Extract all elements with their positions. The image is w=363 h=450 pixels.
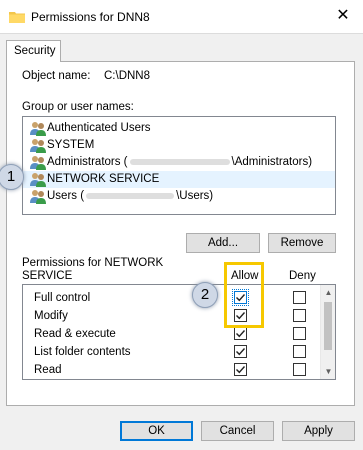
window-title: Permissions for DNN8 [31,10,150,24]
remove-button[interactable]: Remove [268,233,336,253]
checkmark-icon [236,366,246,374]
close-icon[interactable]: ✕ [333,6,353,26]
list-item[interactable]: Users (\Users) [23,188,335,205]
permissions-for-label-line1: Permissions for NETWORK [22,257,164,269]
user-name: Users (\Users) [47,190,214,202]
user-name: SYSTEM [47,139,95,151]
checkmark-icon [236,348,246,356]
permission-name: Read [34,364,62,376]
add-button[interactable]: Add... [186,233,260,253]
deny-checkbox[interactable] [293,327,306,340]
allow-checkbox[interactable] [234,363,247,376]
permissions-scrollbar[interactable]: ▲ ▼ [320,285,335,379]
permission-name: Read & execute [34,328,116,340]
deny-checkbox[interactable] [293,309,306,322]
table-row: Read [23,361,321,379]
permission-name: Full control [34,292,91,304]
tab-security-label: Security [14,45,56,57]
redacted-text [129,158,230,165]
scroll-thumb[interactable] [324,302,332,350]
user-name: Administrators (\Administrators) [47,156,313,168]
table-row: List folder contents [23,343,321,361]
user-group-icon [30,122,46,136]
permissions-table[interactable]: Full control Modify Read & execute List … [22,284,336,380]
tab-security[interactable]: Security [6,40,61,62]
list-item[interactable]: Administrators (\Administrators) [23,154,335,171]
group-users-label: Group or user names: [22,101,134,113]
deny-checkbox[interactable] [293,363,306,376]
deny-column-header: Deny [289,270,316,282]
object-name-value: C:\DNN8 [104,70,151,82]
table-row: Read & execute [23,325,321,343]
user-list[interactable]: Authenticated Users SYSTEM Administrator… [22,116,336,215]
scroll-up-icon[interactable]: ▲ [321,285,335,300]
table-row: Full control [23,289,321,307]
user-name: NETWORK SERVICE [47,173,160,185]
permission-name: List folder contents [34,346,131,358]
folder-icon [9,12,25,23]
user-group-icon [30,139,46,153]
user-name: Authenticated Users [47,122,151,134]
callout-badge-2: 2 [192,282,218,308]
deny-checkbox[interactable] [293,345,306,358]
redacted-text [86,192,175,199]
deny-checkbox[interactable] [293,291,306,304]
user-group-icon [30,156,46,170]
table-row: Modify [23,307,321,325]
list-item[interactable]: Authenticated Users [23,120,335,137]
user-group-icon [30,190,46,204]
apply-button[interactable]: Apply [282,421,355,441]
permission-name: Modify [34,310,68,322]
list-item[interactable]: SYSTEM [23,137,335,154]
ok-button[interactable]: OK [120,421,193,441]
allow-column-highlight [224,262,264,328]
allow-checkbox[interactable] [234,345,247,358]
scroll-down-icon[interactable]: ▼ [321,364,335,379]
user-group-icon [30,173,46,187]
list-item-selected[interactable]: NETWORK SERVICE [23,171,335,188]
cancel-button[interactable]: Cancel [201,421,274,441]
allow-checkbox[interactable] [234,327,247,340]
title-bar: Permissions for DNN8 ✕ [0,0,363,34]
checkmark-icon [236,330,246,338]
permissions-for-label-line2: SERVICE [22,270,73,282]
object-name-label: Object name: [22,70,91,82]
